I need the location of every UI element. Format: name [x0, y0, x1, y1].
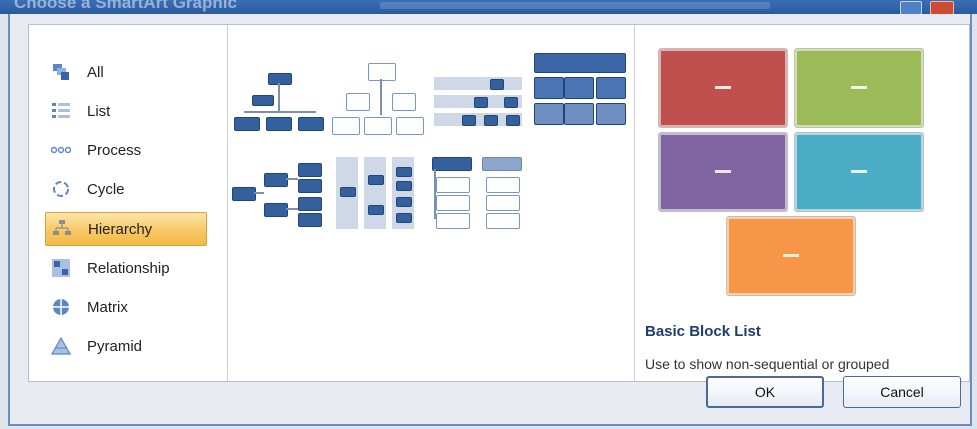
category-item-all[interactable]: All	[45, 56, 205, 88]
category-label: Hierarchy	[88, 220, 153, 238]
category-item-matrix[interactable]: Matrix	[45, 291, 205, 323]
category-item-pyramid[interactable]: Pyramid	[45, 330, 205, 362]
process-icon	[50, 140, 72, 160]
layout-lined-list[interactable]	[482, 157, 522, 229]
cancel-button[interactable]: Cancel	[843, 376, 961, 408]
category-item-relationship[interactable]: Relationship	[45, 252, 205, 284]
relationship-icon	[51, 258, 71, 278]
all-icon	[51, 62, 71, 82]
category-list: All List Process Cycle Hierarchy Relatio…	[29, 25, 228, 381]
help-button[interactable]	[900, 1, 922, 15]
category-label: All	[87, 63, 104, 81]
category-item-process[interactable]: Process	[45, 134, 205, 166]
preview-block-purple	[659, 133, 787, 211]
layout-labeled-hierarchy[interactable]	[534, 53, 626, 127]
smartart-dialog: All List Process Cycle Hierarchy Relatio…	[8, 14, 972, 426]
title-bar-highlight	[380, 2, 770, 9]
category-label: List	[87, 102, 111, 120]
hierarchy-icon	[52, 219, 72, 239]
layout-table-hierarchy[interactable]	[336, 157, 418, 229]
list-icon	[51, 101, 71, 121]
layout-gallery	[228, 25, 635, 381]
matrix-icon	[51, 297, 71, 317]
layout-horizontal-hierarchy[interactable]	[232, 163, 324, 227]
category-item-cycle[interactable]: Cycle	[45, 173, 205, 205]
category-label: Pyramid	[87, 337, 143, 355]
layout-name-and-title-org-chart[interactable]	[332, 63, 424, 135]
layout-organization-chart[interactable]	[234, 73, 326, 133]
dialog-panes: All List Process Cycle Hierarchy Relatio…	[28, 24, 970, 382]
preview-block-orange	[727, 217, 855, 295]
title-bar: Choose a SmartArt Graphic	[0, 0, 977, 15]
category-label: Matrix	[87, 298, 128, 316]
layout-hierarchy-list[interactable]	[432, 157, 472, 229]
preview-block-blue	[795, 133, 923, 211]
layout-description: Use to show non-sequential or grouped	[645, 356, 890, 372]
preview-block-green	[795, 49, 923, 127]
close-button[interactable]	[930, 1, 954, 15]
ok-button[interactable]: OK	[706, 376, 824, 408]
layout-name: Basic Block List	[645, 323, 761, 340]
preview-pane: Basic Block List Use to show non-sequent…	[635, 25, 969, 381]
category-label: Relationship	[87, 259, 170, 277]
layout-hierarchy[interactable]	[434, 77, 522, 129]
pyramid-icon	[50, 336, 72, 356]
category-label: Cycle	[87, 180, 125, 198]
preview-block-red	[659, 49, 787, 127]
category-item-hierarchy[interactable]: Hierarchy	[45, 212, 207, 246]
cycle-icon	[51, 179, 71, 199]
category-item-list[interactable]: List	[45, 95, 205, 127]
category-label: Process	[87, 141, 142, 159]
window-title: Choose a SmartArt Graphic	[14, 0, 237, 12]
